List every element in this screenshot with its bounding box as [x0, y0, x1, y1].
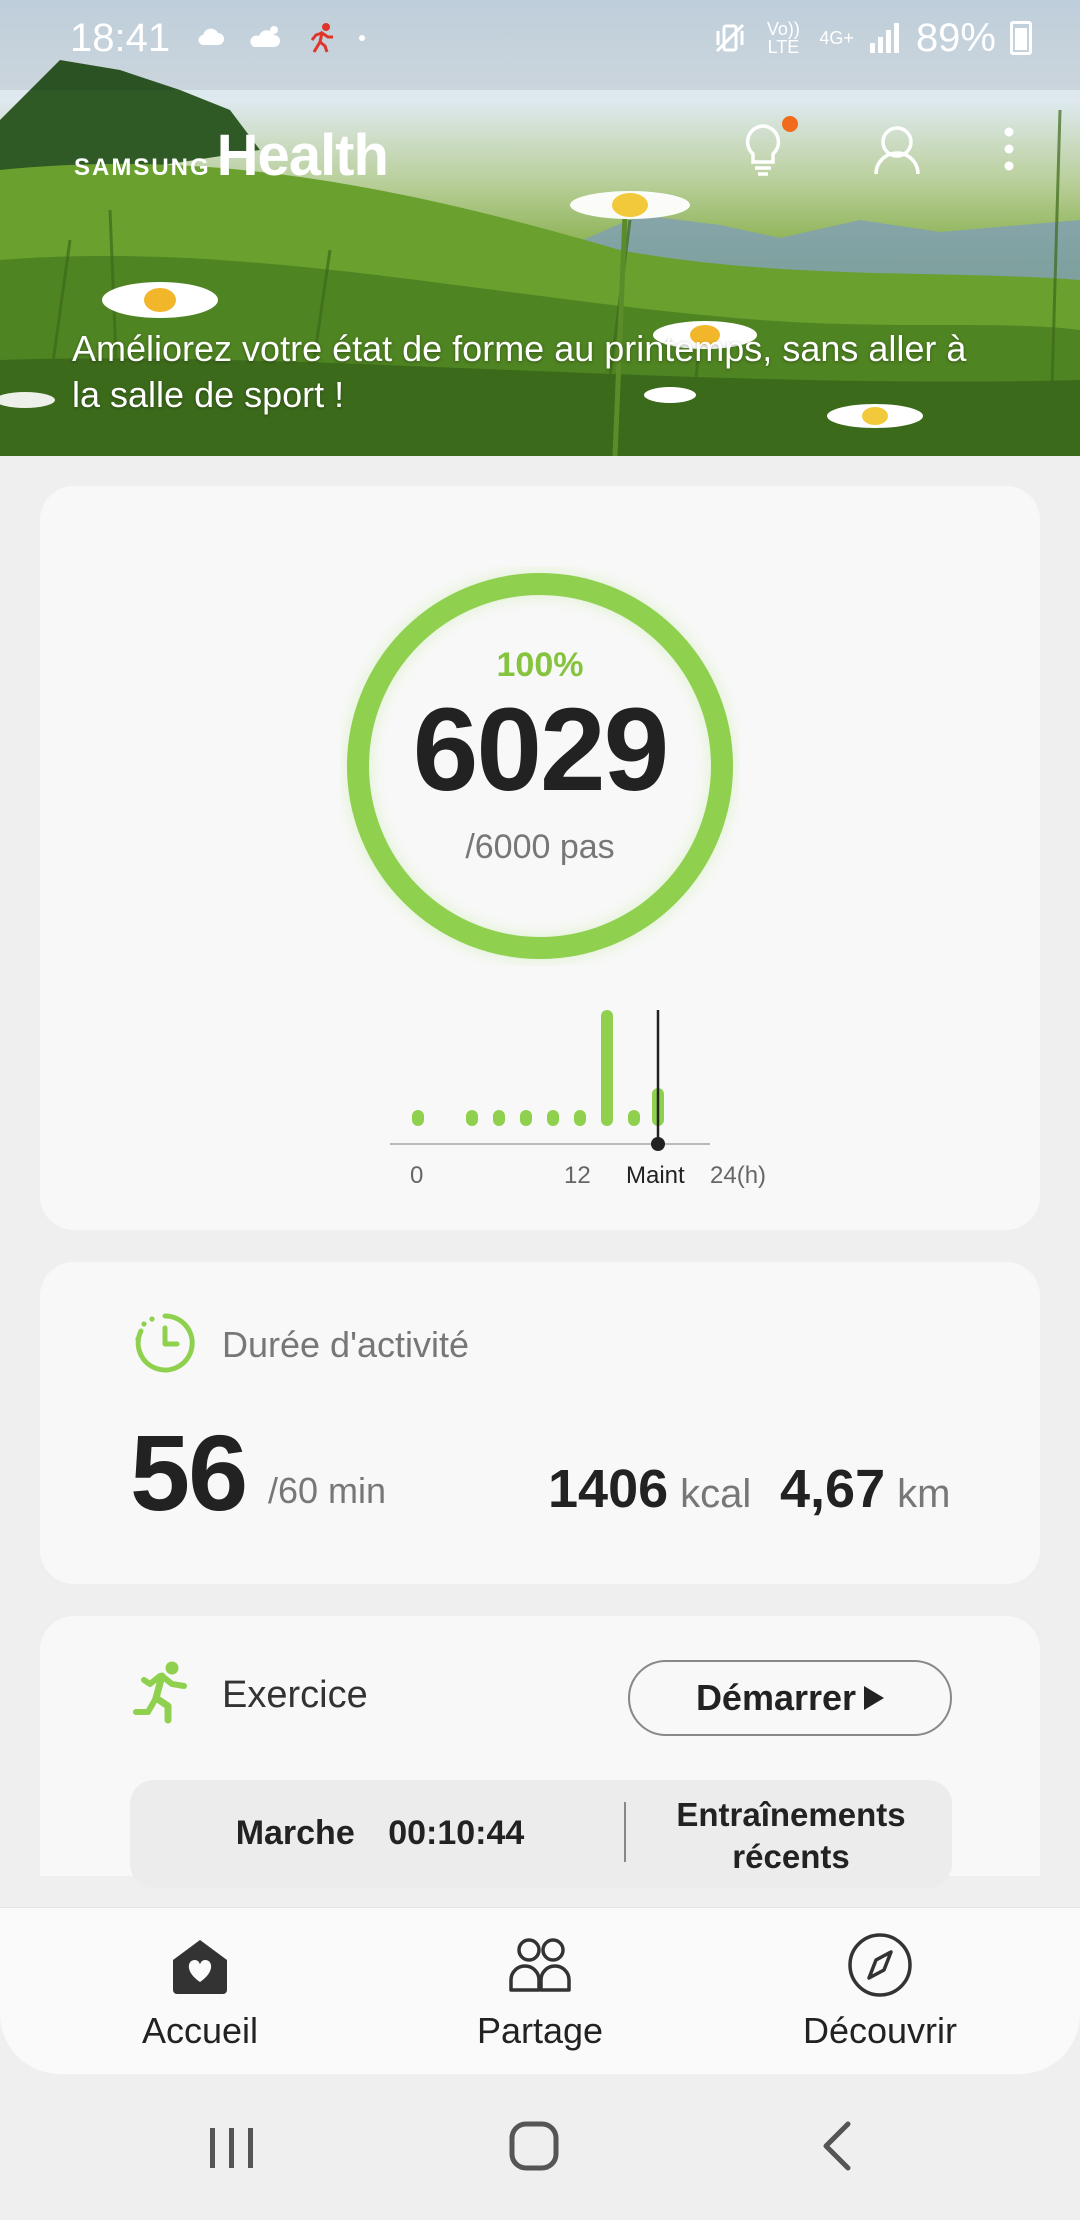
hour-bar — [547, 1110, 559, 1126]
calories-unit: kcal — [680, 1472, 752, 1516]
promo-text[interactable]: Améliorez votre état de forme au printem… — [72, 326, 972, 418]
activity-minutes: 56 — [130, 1412, 248, 1533]
steps-goal: /6000 pas — [465, 828, 615, 866]
dot-icon — [359, 35, 366, 41]
steps-percent: 100% — [496, 646, 584, 684]
nav-share-label: Partage — [476, 2010, 604, 2051]
exercise-title: Exercice — [222, 1674, 368, 1716]
divider — [624, 1802, 626, 1862]
steps-ring: 100% 6029 /6000 pas — [340, 566, 740, 966]
hour-label-end: 24(h) — [710, 1162, 767, 1189]
activity-title: Durée d'activité — [222, 1324, 469, 1365]
activity-card[interactable]: Durée d'activité 56 /60 min 1406 kcal 4,… — [40, 1262, 1040, 1584]
signal-icon — [869, 23, 899, 53]
hour-label-mid: 12 — [564, 1162, 591, 1189]
hour-bar — [601, 1010, 613, 1126]
exercise-summary-row: Marche 00:10:44 Entraînements récents — [130, 1780, 952, 1888]
distance-value: 4,67 — [780, 1459, 886, 1519]
status-bar: 18:41 Vo)) LTE 4G+ 89% — [0, 0, 1080, 76]
now-marker-dot — [651, 1137, 665, 1151]
vibrate-icon — [716, 23, 745, 53]
distance-metric: 4,67 km — [780, 1458, 950, 1520]
tips-button[interactable] — [734, 116, 798, 178]
notification-dot — [782, 116, 798, 132]
home-icon[interactable] — [494, 2118, 574, 2178]
hour-bar — [466, 1110, 478, 1126]
calories-metric: 1406 kcal — [548, 1458, 751, 1520]
recent-workouts-line1: Entraînements — [676, 1796, 906, 1833]
cloud-icon — [198, 28, 225, 46]
recent-workouts-button[interactable]: Entraînements récents — [630, 1794, 952, 1878]
volte-indicator: Vo)) LTE — [766, 19, 800, 57]
steps-count: 6029 — [412, 684, 670, 816]
calories-value: 1406 — [548, 1459, 669, 1519]
hour-bar — [493, 1110, 505, 1126]
app-logo: SAMSUNG Health — [74, 122, 389, 189]
more-vert-icon — [1004, 127, 1014, 171]
activity-timer-icon — [135, 1313, 195, 1373]
profile-icon — [874, 126, 920, 175]
running-app-icon — [310, 23, 334, 53]
brand-health: Health — [216, 123, 389, 188]
hourly-bars — [390, 1010, 710, 1151]
last-workout-type: Marche — [235, 1814, 355, 1852]
more-options-button[interactable] — [1002, 120, 1016, 178]
hero-banner[interactable]: 18:41 Vo)) LTE 4G+ 89% SAMSUNG Health Am… — [0, 0, 1080, 456]
hour-bar — [520, 1110, 532, 1126]
people-icon — [509, 1938, 571, 1992]
back-icon[interactable] — [798, 2118, 878, 2178]
brand-samsung: SAMSUNG — [74, 154, 211, 181]
running-icon — [133, 1661, 187, 1724]
hour-bar — [574, 1110, 586, 1126]
distance-unit: km — [897, 1472, 951, 1516]
steps-card[interactable]: 100% 6029 /6000 pas 0 12 Maint 24(h) — [40, 486, 1040, 1230]
start-exercise-button[interactable]: Démarrer — [628, 1660, 952, 1736]
last-workout-duration: 00:10:44 — [388, 1814, 525, 1852]
battery-icon — [1010, 21, 1032, 55]
activity-goal: /60 min — [268, 1470, 387, 1511]
network-4g-indicator: 4G+ — [819, 28, 854, 48]
hour-label-now: Maint — [626, 1162, 685, 1189]
nav-home-label: Accueil — [141, 2010, 259, 2051]
weather-icon — [250, 26, 281, 47]
hour-bar — [628, 1110, 640, 1126]
hour-label-start: 0 — [410, 1162, 424, 1189]
nav-share[interactable]: Partage — [430, 1930, 650, 2052]
home-heart-icon — [173, 1940, 227, 1994]
status-time: 18:41 — [70, 15, 171, 60]
nav-discover-label: Découvrir — [802, 2010, 958, 2051]
last-workout-button[interactable]: Marche 00:10:44 — [130, 1814, 630, 1853]
recent-apps-icon[interactable] — [192, 2118, 272, 2178]
compass-icon — [848, 1933, 912, 1997]
play-icon — [864, 1686, 885, 1710]
profile-button[interactable] — [868, 120, 926, 178]
exercise-card[interactable]: Exercice Démarrer Marche 00:10:44 Entraî… — [40, 1616, 1040, 1888]
system-navigation-bar — [0, 2074, 1080, 2220]
hourly-steps-chart: 0 12 Maint 24(h) — [370, 1008, 766, 1198]
nav-home[interactable]: Accueil — [90, 1930, 310, 2052]
bottom-navigation: Accueil Partage Découvrir — [0, 1908, 1080, 2074]
recent-workouts-line2: récents — [732, 1838, 850, 1875]
nav-discover[interactable]: Découvrir — [770, 1930, 990, 2052]
start-button-label: Démarrer — [695, 1677, 857, 1718]
hour-bar — [412, 1110, 424, 1126]
battery-percent: 89% — [915, 15, 996, 60]
